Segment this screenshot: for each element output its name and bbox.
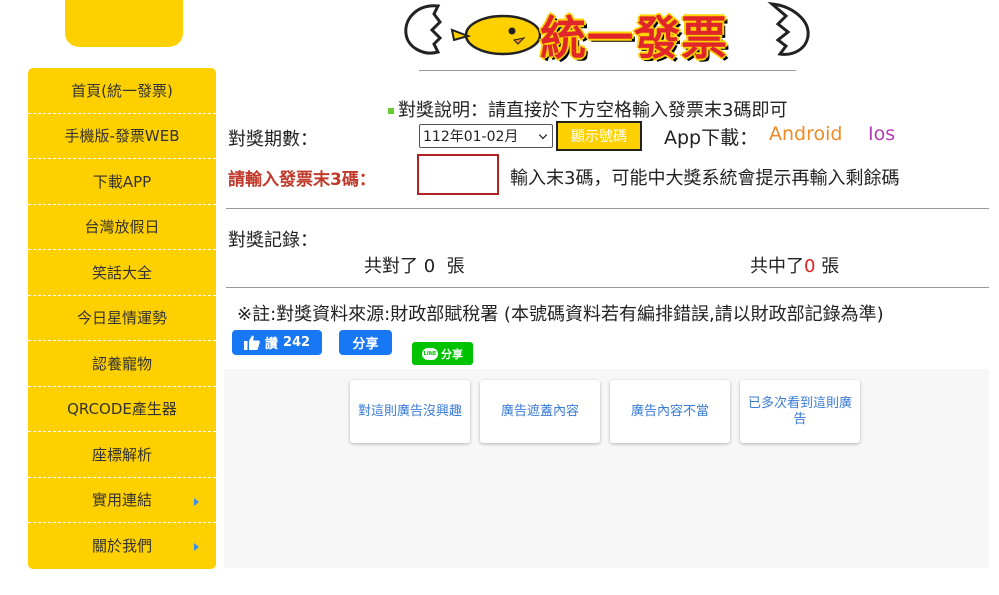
facebook-like-button[interactable]: 讚 242 — [232, 330, 322, 355]
sidebar-item-label: 笑話大全 — [91, 263, 152, 282]
header-divider — [419, 70, 796, 71]
app-download-label: App下載： — [664, 127, 759, 149]
period-select-value: 112年01-02月 — [423, 129, 519, 145]
ios-link[interactable]: Ios — [868, 123, 895, 145]
facebook-share-button[interactable]: 分享 — [339, 330, 392, 355]
chevron-down-icon — [538, 130, 548, 140]
line-share-button[interactable]: LINE 分享 — [412, 342, 473, 365]
matched-count: 0 — [423, 256, 436, 277]
section-divider — [226, 208, 989, 209]
sidebar-item-qrcode[interactable]: QRCODE產生器 — [28, 387, 216, 432]
sidebar-item-useful-links[interactable]: 實用連結 — [28, 478, 216, 523]
expand-arrow-icon — [194, 497, 199, 506]
sidebar-item-label: 台灣放假日 — [84, 218, 160, 237]
sidebar-item-horoscope[interactable]: 今日星情運勢 — [28, 296, 216, 341]
line-icon: LINE — [422, 347, 438, 360]
instruction-text: 對獎說明：請直接於下方空格輸入發票末3碼即可 — [388, 96, 787, 122]
like-label: 讚 — [264, 337, 278, 352]
bullet-icon — [388, 108, 394, 114]
sidebar-item-label: 下載APP — [92, 172, 152, 191]
last-digits-input[interactable] — [417, 154, 499, 195]
egg-shell-left-icon — [404, 4, 443, 55]
won-count: 0 — [804, 256, 816, 277]
matched-count-text: 共對了 0 張 — [364, 256, 465, 277]
sidebar-item-label: 座標解析 — [91, 445, 152, 464]
sidebar-item-label: 手機版-發票WEB — [64, 127, 180, 146]
sidebar-item-label: 實用連結 — [91, 491, 152, 510]
sidebar-nav: 首頁(統一發票) 手機版-發票WEB 下載APP 台灣放假日 笑話大全 今日星情… — [28, 68, 216, 569]
top-tab-decoration — [65, 0, 183, 47]
ad-feedback-covers-content-button[interactable]: 廣告遮蓋內容 — [480, 380, 600, 443]
input-hint-text: 輸入末3碼，可能中大獎系統會提示再輸入剩餘碼 — [510, 168, 900, 189]
like-count: 242 — [282, 335, 311, 350]
last-digits-label: 請輸入發票末3碼： — [228, 170, 376, 190]
sidebar-item-jokes[interactable]: 笑話大全 — [28, 250, 216, 296]
won-count-text: 共中了0 張 — [750, 256, 840, 277]
section-divider — [226, 287, 989, 288]
sidebar-item-about[interactable]: 關於我們 — [28, 523, 216, 569]
chick-icon — [450, 14, 542, 56]
ad-feedback-seen-too-often-button[interactable]: 已多次看到這則廣告 — [740, 380, 860, 443]
sidebar-item-adopt-pets[interactable]: 認養寵物 — [28, 341, 216, 387]
sidebar-item-label: 認養寵物 — [91, 354, 152, 373]
android-link[interactable]: Android — [769, 123, 842, 145]
sidebar-item-label: 關於我們 — [91, 537, 152, 556]
sidebar-item-coordinates[interactable]: 座標解析 — [28, 432, 216, 478]
sidebar-item-label: QRCODE產生器 — [67, 400, 177, 419]
expand-arrow-icon — [194, 543, 199, 551]
site-logo[interactable]: 統一發票 — [400, 0, 815, 65]
record-label: 對獎記錄： — [228, 230, 318, 251]
egg-shell-right-icon — [767, 2, 810, 56]
period-select[interactable]: 112年01-02月 — [419, 124, 553, 148]
sidebar-item-download-app[interactable]: 下載APP — [28, 159, 216, 205]
data-source-note: ※註:對獎資料來源:財政部賦稅署 (本號碼資料若有編排錯誤,請以財政部記錄為準) — [237, 304, 884, 325]
sidebar-item-holidays[interactable]: 台灣放假日 — [28, 205, 216, 250]
ad-feedback-not-interested-button[interactable]: 對這則廣告沒興趣 — [350, 380, 470, 443]
sidebar-item-mobile-web[interactable]: 手機版-發票WEB — [28, 114, 216, 159]
sidebar-item-home[interactable]: 首頁(統一發票) — [28, 68, 216, 114]
line-share-label: 分享 — [441, 347, 463, 361]
thumbs-up-icon — [243, 335, 260, 350]
show-numbers-button[interactable]: 顯示號碼 — [556, 121, 642, 151]
period-label: 對獎期數： — [228, 129, 318, 150]
logo-title: 統一發票 — [540, 11, 728, 65]
ad-feedback-inappropriate-button[interactable]: 廣告內容不當 — [610, 380, 730, 443]
ad-feedback-area: 對這則廣告沒興趣 廣告遮蓋內容 廣告內容不當 已多次看到這則廣告 — [224, 369, 989, 568]
sidebar-item-label: 今日星情運勢 — [76, 309, 167, 328]
sidebar-item-label: 首頁(統一發票) — [71, 81, 173, 100]
